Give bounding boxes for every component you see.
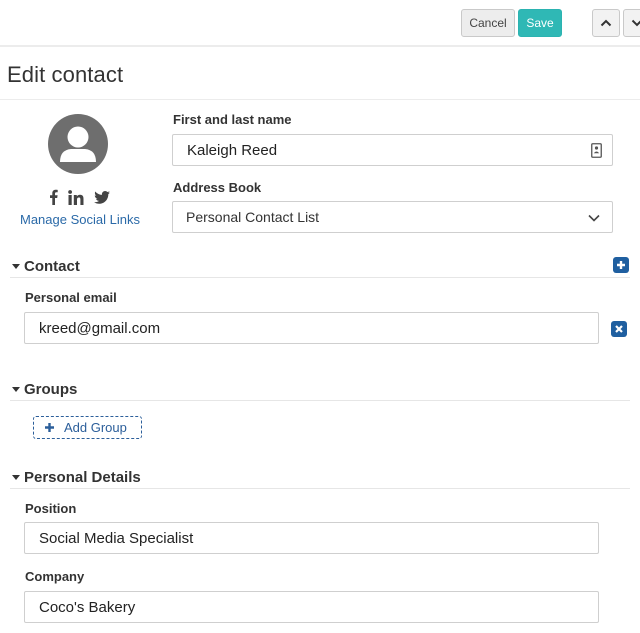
chevron-up-icon <box>600 19 612 27</box>
contact-card-icon <box>591 143 602 158</box>
personal-details-section-title: Personal Details <box>24 468 141 486</box>
plus-icon <box>44 422 55 433</box>
top-toolbar: Cancel Save <box>0 0 640 47</box>
add-group-button[interactable]: Add Group <box>33 416 142 439</box>
name-value: Kaleigh Reed <box>187 141 278 159</box>
groups-section-header[interactable]: Groups <box>12 379 77 399</box>
address-book-label: Address Book <box>173 180 262 195</box>
facebook-link[interactable] <box>46 188 60 206</box>
personal-details-section-divider <box>10 488 630 489</box>
manage-social-links-link[interactable]: Manage Social Links <box>20 212 140 227</box>
chevron-down-icon <box>631 19 640 27</box>
company-label: Company <box>25 569 85 584</box>
close-square-icon <box>615 325 623 333</box>
add-group-label: Add Group <box>64 420 127 435</box>
linkedin-icon <box>68 189 84 205</box>
twitter-icon <box>94 190 110 204</box>
caret-down-icon <box>12 475 20 480</box>
chevron-down-icon <box>588 214 600 222</box>
personal-email-value: kreed@gmail.com <box>39 319 161 337</box>
personal-details-section-header[interactable]: Personal Details <box>12 467 141 487</box>
address-book-select[interactable]: Personal Contact List <box>172 201 613 233</box>
linkedin-link[interactable] <box>66 188 86 206</box>
facebook-icon <box>49 189 58 205</box>
personal-email-label: Personal email <box>25 290 117 305</box>
address-book-value: Personal Contact List <box>186 209 320 225</box>
company-value: Coco's Bakery <box>39 598 136 616</box>
page-title: Edit contact <box>7 62 124 87</box>
groups-section-divider <box>10 400 630 401</box>
user-silhouette-icon <box>60 126 96 162</box>
save-button[interactable]: Save <box>518 9 562 37</box>
add-contact-method-button[interactable] <box>613 257 629 273</box>
contact-section-divider <box>10 277 630 278</box>
remove-email-button[interactable] <box>611 321 627 337</box>
contact-section-title: Contact <box>24 257 80 275</box>
twitter-link[interactable] <box>93 188 111 206</box>
name-field[interactable]: Kaleigh Reed <box>172 134 613 166</box>
plus-square-icon <box>617 261 625 269</box>
position-label: Position <box>25 501 77 516</box>
caret-down-icon <box>12 387 20 392</box>
company-field[interactable]: Coco's Bakery <box>24 591 599 623</box>
name-label: First and last name <box>173 112 292 127</box>
cancel-button[interactable]: Cancel <box>461 9 515 37</box>
position-field[interactable]: Social Media Specialist <box>24 522 599 554</box>
contact-section-header[interactable]: Contact <box>12 256 80 276</box>
groups-section-title: Groups <box>24 380 78 398</box>
title-divider <box>0 99 640 100</box>
avatar[interactable] <box>48 114 108 174</box>
personal-email-field[interactable]: kreed@gmail.com <box>24 312 599 344</box>
caret-down-icon <box>12 264 20 269</box>
next-contact-button[interactable] <box>623 9 640 37</box>
position-value: Social Media Specialist <box>39 529 194 547</box>
previous-contact-button[interactable] <box>592 9 620 37</box>
